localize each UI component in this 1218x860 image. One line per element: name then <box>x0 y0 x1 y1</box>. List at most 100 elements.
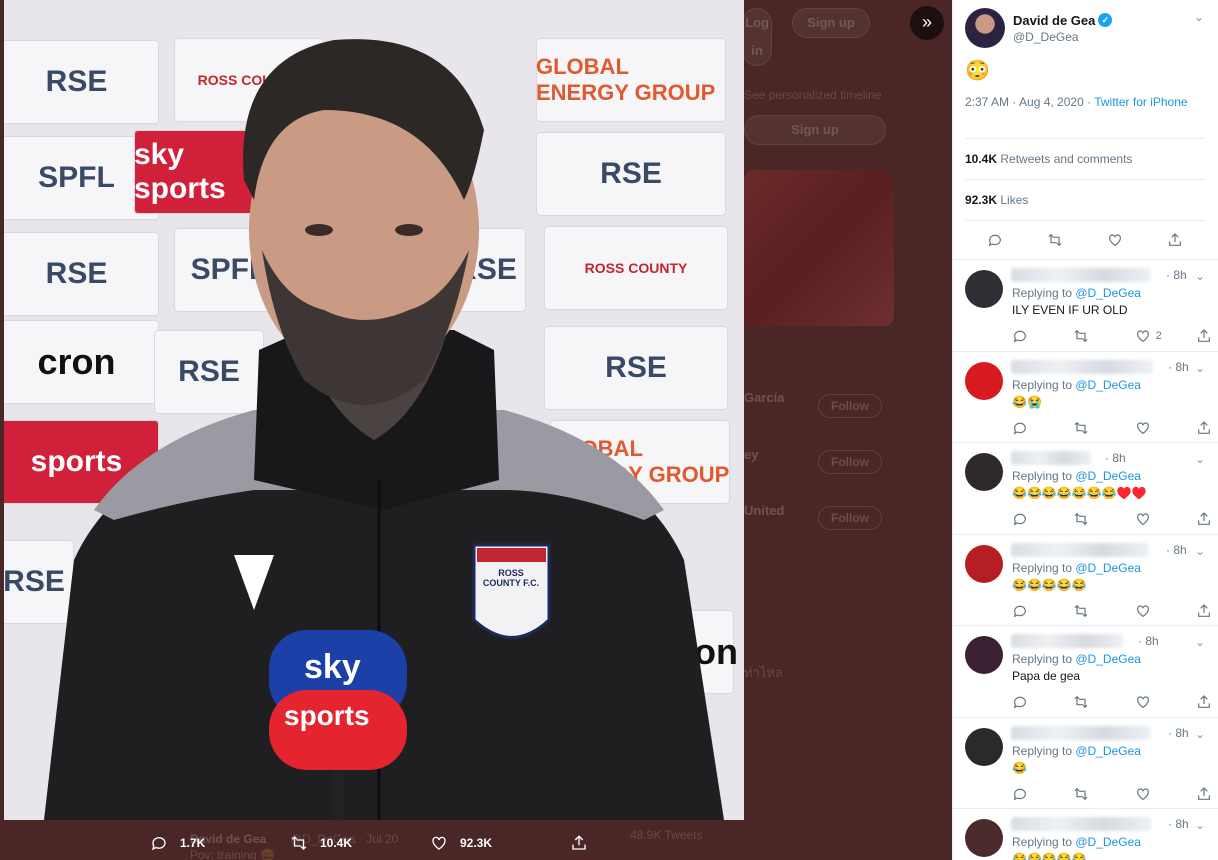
reply-item[interactable]: · 8h ⌄ Replying to @D_DeGea 😂 <box>953 716 1218 809</box>
retweet-button[interactable] <box>1073 694 1113 710</box>
blurred-username[interactable] <box>1011 542 1149 557</box>
retweet-icon <box>1074 787 1088 800</box>
avatar[interactable] <box>965 8 1005 48</box>
chevron-down-icon[interactable]: ⌄ <box>1195 269 1205 283</box>
heart-icon <box>1136 513 1149 526</box>
blurred-username[interactable] <box>1011 359 1153 374</box>
replying-to-handle[interactable]: @D_DeGea <box>1075 469 1141 483</box>
reply-button[interactable] <box>1012 511 1052 527</box>
replying-to-handle[interactable]: @D_DeGea <box>1075 652 1141 666</box>
reply-icon <box>1013 696 1026 709</box>
reply-item[interactable]: · 8h ⌄ Replying to @D_DeGea 😂😂😂😂😂😂😂♥️♥️ <box>953 442 1218 534</box>
reply-time[interactable]: · 8h <box>1168 726 1189 740</box>
reply-button[interactable] <box>1012 420 1052 436</box>
retweet-icon[interactable] <box>1047 232 1063 248</box>
blurred-username[interactable] <box>1011 268 1151 282</box>
reply-button[interactable] <box>1012 786 1052 802</box>
like-button[interactable]: 2 <box>1135 328 1175 344</box>
reply-item[interactable]: · 8h ⌄ Replying to @D_DeGea 😂😂😂😂😂 <box>953 533 1218 626</box>
reply-time[interactable]: · 8h <box>1105 451 1126 465</box>
reply-icon[interactable] <box>987 232 1003 248</box>
retweet-icon <box>1074 421 1088 434</box>
reply-item[interactable]: · 8h ⌄ Replying to @D_DeGea Papa de gea <box>953 625 1218 717</box>
media-like-button[interactable]: 92.3K <box>430 834 570 852</box>
reply-item[interactable]: · 8h ⌄ Replying to @D_DeGea ILY EVEN IF UR … <box>953 259 1218 351</box>
follow-button-bg-3: Follow <box>818 506 882 530</box>
chevron-down-icon[interactable]: ⌄ <box>1195 544 1205 558</box>
chevron-down-icon[interactable]: ⌄ <box>1195 818 1205 832</box>
author-name[interactable]: David de Gea <box>1013 13 1095 28</box>
tweet-timestamp[interactable]: 2:37 AM · Aug 4, 2020 · <box>965 95 1094 109</box>
reply-button[interactable] <box>1012 603 1052 619</box>
media-retweet-count: 10.4K <box>320 836 353 850</box>
reply-item[interactable]: · 8h ⌄ Replying to @D_DeGea 😂😭 <box>953 350 1218 443</box>
share-button[interactable] <box>1196 328 1212 344</box>
personalized-timeline-text: See personalized timeline <box>744 88 882 102</box>
avatar[interactable] <box>965 361 1003 400</box>
replying-to-handle[interactable]: @D_DeGea <box>1075 286 1141 300</box>
share-button[interactable] <box>1196 511 1212 527</box>
likes-stat[interactable]: 92.3K Likes <box>965 179 1205 220</box>
avatar[interactable] <box>965 270 1003 308</box>
chevron-down-icon[interactable]: ⌄ <box>1194 10 1204 24</box>
reply-button[interactable] <box>1012 328 1052 344</box>
replying-to: Replying to @D_DeGea <box>1012 469 1141 483</box>
reply-time[interactable]: · 8h <box>1168 817 1189 831</box>
double-chevron-right-icon[interactable]: » <box>910 6 944 40</box>
retweet-button[interactable] <box>1073 603 1113 619</box>
media-reply-button[interactable]: 1.7K <box>150 834 290 852</box>
retweets-stat[interactable]: 10.4K Retweets and comments <box>965 138 1205 179</box>
share-icon <box>1198 512 1210 525</box>
avatar[interactable] <box>965 453 1003 491</box>
chevron-down-icon[interactable]: ⌄ <box>1195 452 1205 466</box>
blurred-username[interactable] <box>1011 817 1151 831</box>
chevron-down-icon[interactable]: ⌄ <box>1195 361 1205 375</box>
retweet-button[interactable] <box>1073 511 1113 527</box>
share-button[interactable] <box>1196 786 1212 802</box>
replying-to-handle[interactable]: @D_DeGea <box>1075 835 1141 849</box>
chevron-down-icon[interactable]: ⌄ <box>1195 635 1205 649</box>
replying-to-handle[interactable]: @D_DeGea <box>1075 378 1141 392</box>
avatar[interactable] <box>965 544 1003 583</box>
blurred-username[interactable] <box>1011 634 1123 648</box>
avatar[interactable] <box>965 819 1003 857</box>
replying-to-handle[interactable]: @D_DeGea <box>1075 744 1141 758</box>
crest-label: ROSS COUNTY F.C. <box>482 568 540 588</box>
like-button[interactable] <box>1135 694 1175 710</box>
heart-icon[interactable] <box>1107 232 1123 248</box>
replying-to-handle[interactable]: @D_DeGea <box>1075 561 1141 575</box>
author-handle[interactable]: @D_DeGea <box>1013 30 1112 44</box>
media-share-button[interactable] <box>570 834 600 852</box>
reply-action-bar <box>1012 603 1212 619</box>
blurred-username[interactable] <box>1011 725 1151 740</box>
replying-to: Replying to @D_DeGea <box>1012 286 1141 300</box>
like-button[interactable] <box>1135 420 1175 436</box>
share-button[interactable] <box>1196 694 1212 710</box>
share-button[interactable] <box>1196 603 1212 619</box>
media-retweet-button[interactable]: 10.4K <box>290 834 430 852</box>
follow-suggestion-1: García <box>744 390 785 405</box>
avatar[interactable] <box>965 636 1003 674</box>
reply-time[interactable]: · 8h <box>1166 543 1187 557</box>
share-icon[interactable] <box>1167 232 1183 248</box>
avatar[interactable] <box>965 727 1003 766</box>
retweet-button[interactable] <box>1073 786 1113 802</box>
reply-time[interactable]: · 8h <box>1138 634 1159 648</box>
reply-time[interactable]: · 8h <box>1168 360 1189 374</box>
like-button[interactable] <box>1135 786 1175 802</box>
retweet-button[interactable] <box>1073 328 1113 344</box>
share-button[interactable] <box>1196 420 1212 436</box>
reply-item[interactable]: · 8h ⌄ Replying to @D_DeGea 😂😂😂😂😂 <box>953 808 1218 860</box>
tweet-header: David de Gea ✓ @D_DeGea <box>965 8 1113 48</box>
reply-time[interactable]: · 8h <box>1166 268 1187 282</box>
tweet-source[interactable]: Twitter for iPhone <box>1094 95 1187 109</box>
retweet-button[interactable] <box>1073 420 1113 436</box>
reply-icon <box>1013 788 1026 800</box>
chevron-down-icon[interactable]: ⌄ <box>1195 727 1205 741</box>
reply-action-bar: 2 <box>1012 328 1212 344</box>
like-button[interactable] <box>1135 603 1175 619</box>
reply-button[interactable] <box>1012 694 1052 710</box>
blurred-username[interactable] <box>1011 451 1091 465</box>
tweet-photo[interactable]: RSE ROSS COUNTY GLOBAL ENERGY GROUP SPFL… <box>4 0 744 820</box>
like-button[interactable] <box>1135 511 1175 527</box>
